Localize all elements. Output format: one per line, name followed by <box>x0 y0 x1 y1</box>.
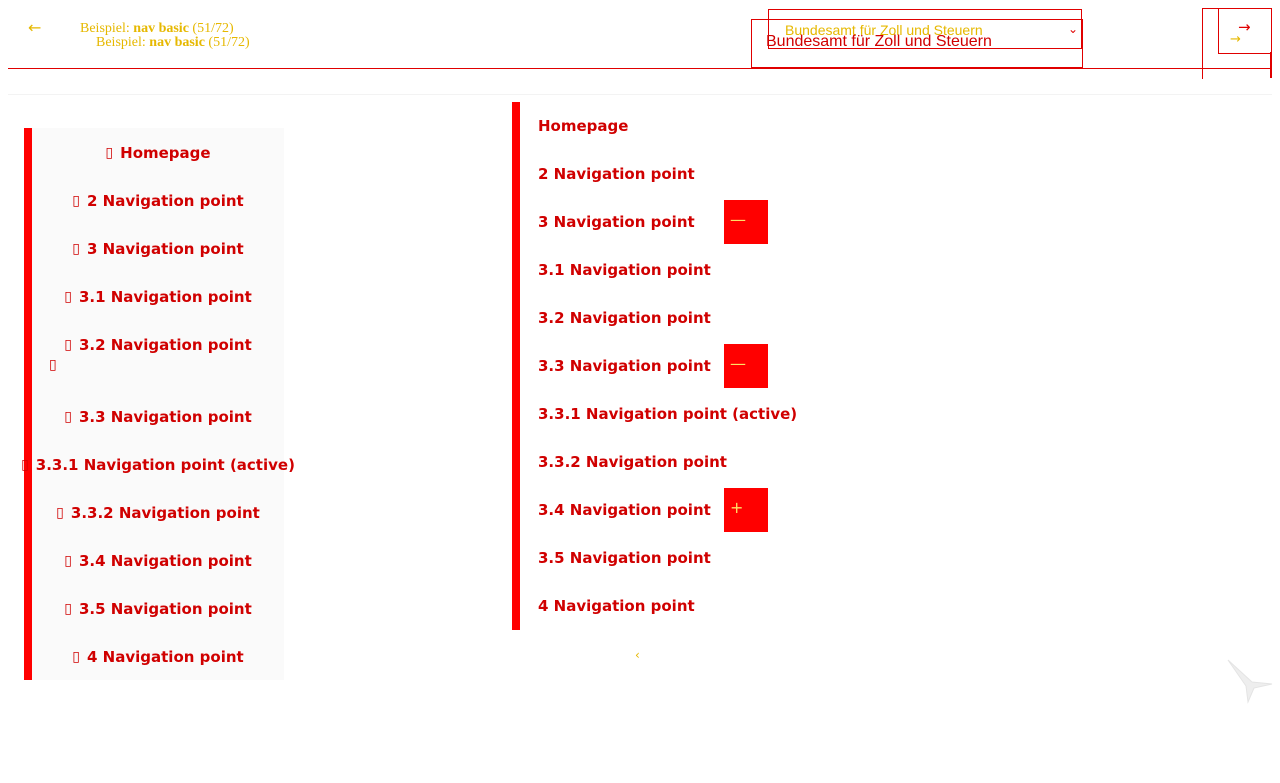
missing-glyph-icon: ▯ <box>64 337 72 353</box>
chevron-down-icon[interactable]: ⌄ <box>1068 22 1078 36</box>
left-nav-item[interactable]: ▯ 3.1 Navigation point <box>32 273 284 321</box>
left-nav-item[interactable]: ▯ 3.4 Navigation point <box>32 537 284 585</box>
title-count: (51/72) <box>192 21 234 36</box>
left-nav-accent-bar <box>24 128 32 680</box>
left-nav-item-label: Homepage <box>120 144 211 162</box>
left-nav-item-label: 3 Navigation point <box>87 240 244 258</box>
left-nav-item[interactable]: ▯ 2 Navigation point <box>32 177 284 225</box>
left-nav-item[interactable]: ▯ 4 Navigation point <box>32 633 284 681</box>
header-edge-divider <box>1270 52 1272 78</box>
title-prefix-echo: Beispiel: <box>96 35 146 50</box>
missing-glyph-icon: ▯ <box>56 505 64 521</box>
missing-glyph-icon: ▯ <box>64 553 72 569</box>
left-nav-item[interactable]: ▯ 3.3.2 Navigation point <box>32 489 284 537</box>
missing-glyph-icon: ▯ <box>64 601 72 617</box>
left-nav-item-label: 3.3.2 Navigation point <box>70 504 260 522</box>
header-divider <box>8 68 1272 69</box>
expand-toggle-button[interactable]: + <box>724 488 768 532</box>
collapse-toggle-button[interactable]: — <box>724 344 768 388</box>
missing-glyph-icon: ▯ <box>105 145 114 161</box>
left-nav-item[interactable]: ▯ Homepage <box>32 129 284 177</box>
back-arrow-icon[interactable]: ← <box>28 18 41 37</box>
title-count-echo: (51/72) <box>208 35 250 50</box>
title-name-echo: nav basic <box>149 35 205 50</box>
title-prefix: Beispiel: <box>80 21 130 36</box>
left-nav-item[interactable]: ▯ 3.3 Navigation point <box>32 393 284 441</box>
arrow-right-echo-icon: → <box>1230 32 1241 47</box>
missing-glyph-icon: ▯ <box>72 649 81 665</box>
left-nav-item-label: 3.3.1 Navigation point (active) <box>35 456 295 474</box>
missing-glyph-icon: ▯ <box>49 357 57 373</box>
chevron-left-icon[interactable]: ‹ <box>635 648 640 662</box>
left-nav-item-label: 2 Navigation point <box>87 192 244 210</box>
left-nav-item-label: 4 Navigation point <box>87 648 244 666</box>
right-nav-item[interactable]: 3.3.1 Navigation point (active) <box>538 390 797 438</box>
collapse-toggle-button[interactable]: — <box>724 200 768 244</box>
missing-glyph-icon: ▯ <box>64 409 72 425</box>
institution-select-value-echo: Bundesamt für Zoll und Steuern <box>766 33 992 50</box>
right-nav-item[interactable]: 3.4 Navigation point <box>538 486 711 534</box>
right-nav-item[interactable]: Homepage <box>538 102 628 150</box>
right-nav-item[interactable]: 3.2 Navigation point <box>538 294 711 342</box>
left-nav-item[interactable]: ▯ 3 Navigation point <box>32 225 284 273</box>
left-nav-item-label: 3.3 Navigation point <box>78 408 252 426</box>
right-nav-item[interactable]: 3.3 Navigation point <box>538 342 711 390</box>
left-nav-item[interactable]: ▯ 3.2 Navigation point <box>32 321 284 369</box>
left-nav-item-label: 3.4 Navigation point <box>78 552 252 570</box>
missing-glyph-icon: ▯ <box>72 241 81 257</box>
left-nav-item[interactable]: ▯ 3.3.1 Navigation point (active) <box>21 441 295 489</box>
header-divider-light <box>8 94 1272 95</box>
page-title-echo: Beispiel: nav basic (51/72) <box>96 35 250 51</box>
right-nav-item[interactable]: 2 Navigation point <box>538 150 695 198</box>
right-nav-item[interactable]: 3 Navigation point <box>538 198 695 246</box>
left-nav-item[interactable]: ▯ 3.5 Navigation point <box>32 585 284 633</box>
right-nav-item[interactable]: 3.1 Navigation point <box>538 246 711 294</box>
left-nav-item-label: 3.2 Navigation point <box>78 336 252 354</box>
left-nav-item-label: 3.5 Navigation point <box>78 600 252 618</box>
right-nav-accent-bar <box>512 102 520 630</box>
bird-logo-icon <box>1227 659 1273 704</box>
missing-glyph-icon: ▯ <box>64 289 72 305</box>
right-nav-item[interactable]: 4 Navigation point <box>538 582 695 630</box>
right-nav-item[interactable]: 3.3.2 Navigation point <box>538 438 727 486</box>
title-name: nav basic <box>133 21 189 36</box>
left-nav-item-label: 3.1 Navigation point <box>78 288 252 306</box>
missing-glyph-icon: ▯ <box>21 457 29 473</box>
missing-glyph-icon: ▯ <box>72 193 81 209</box>
right-nav-item[interactable]: 3.5 Navigation point <box>538 534 711 582</box>
